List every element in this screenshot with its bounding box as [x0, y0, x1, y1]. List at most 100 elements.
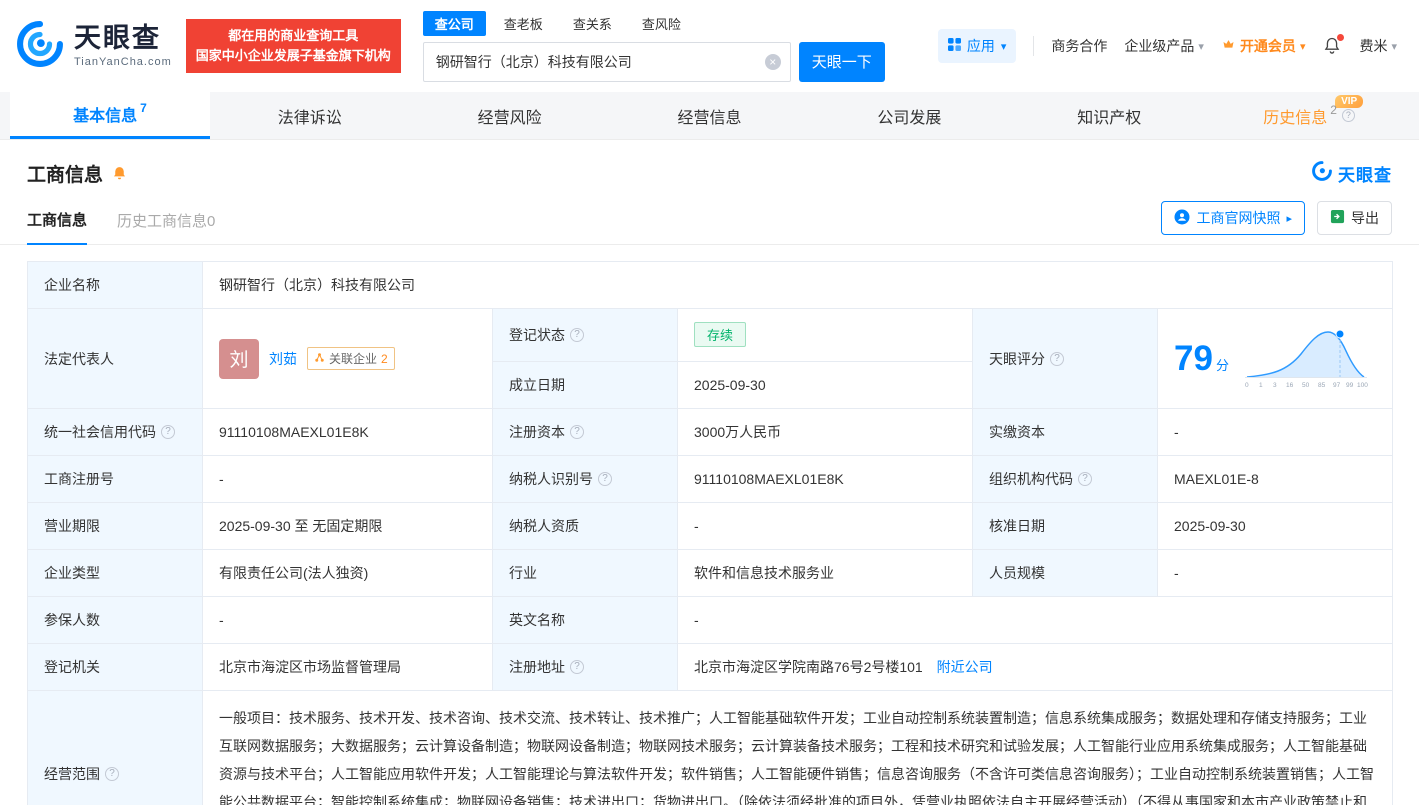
- tab-operating-risk[interactable]: 经营风险: [410, 92, 610, 139]
- search-button[interactable]: 天眼一下: [799, 42, 885, 82]
- tianyancha-logo[interactable]: 天眼查 TianYanCha.com: [14, 18, 172, 75]
- apps-menu[interactable]: 应用 ▾: [938, 29, 1017, 63]
- company-tabs: 基本信息 7 法律诉讼 经营风险 经营信息 公司发展 知识产权 VIP 历史信息…: [0, 92, 1419, 140]
- table-row: 企业名称 钢研智行（北京）科技有限公司: [28, 262, 1393, 309]
- tab-development-label: 公司发展: [877, 104, 941, 128]
- vip-label: 开通会员: [1240, 36, 1296, 56]
- help-icon[interactable]: ?: [1050, 352, 1064, 366]
- nearby-companies-link[interactable]: 附近公司: [937, 659, 993, 675]
- help-icon[interactable]: ?: [570, 328, 584, 342]
- search-area: 查公司 查老板 查关系 查风险 × 天眼一下: [423, 11, 885, 82]
- logo-title: 天眼查: [74, 24, 172, 54]
- table-row: 经营范围? 一般项目：技术服务、技术开发、技术咨询、技术交流、技术转让、技术推广…: [28, 691, 1393, 805]
- tab-legal-label: 法律诉讼: [278, 104, 342, 128]
- business-scope-value: 一般项目：技术服务、技术开发、技术咨询、技术交流、技术转让、技术推广；人工智能基…: [203, 691, 1393, 805]
- table-row: 营业期限 2025-09-30 至 无固定期限 纳税人资质 - 核准日期 202…: [28, 503, 1393, 550]
- paid-capital-value: -: [1158, 409, 1393, 456]
- company-type-value: 有限责任公司(法人独资): [203, 550, 493, 597]
- taxpayer-quality-value: -: [678, 503, 973, 550]
- tab-legal[interactable]: 法律诉讼: [210, 92, 410, 139]
- vip-badge: VIP: [1335, 95, 1363, 108]
- score-distribution-chart: 0 1 3 16 50 85 97 99 100: [1243, 322, 1369, 395]
- reg-capital-label: 注册资本?: [493, 409, 678, 456]
- tianyancha-eye-icon: [14, 18, 66, 75]
- related-companies-tag[interactable]: 关联企业 2: [307, 347, 395, 370]
- score-value[interactable]: 79分 0 1 3 16 50 85: [1158, 309, 1393, 409]
- search-tab-company[interactable]: 查公司: [423, 11, 486, 36]
- monitor-bell-icon[interactable]: [111, 165, 128, 182]
- insured-count-value: -: [203, 597, 493, 644]
- crown-icon: [1221, 37, 1236, 55]
- export-button[interactable]: 导出: [1317, 201, 1392, 235]
- chevron-down-icon: ▾: [1391, 40, 1397, 53]
- reg-authority-value: 北京市海淀区市场监督管理局: [203, 644, 493, 691]
- credit-code-label: 统一社会信用代码?: [28, 409, 203, 456]
- enterprise-products-label: 企业级产品: [1124, 36, 1194, 56]
- promo-banner: 都在用的商业查询工具 国家中小企业发展子基金旗下机构: [186, 19, 401, 73]
- sub-tab-business-info[interactable]: 工商信息: [27, 209, 87, 245]
- help-icon[interactable]: ?: [161, 425, 175, 439]
- help-icon[interactable]: ?: [105, 767, 119, 781]
- search-tabs: 查公司 查老板 查关系 查风险: [423, 11, 885, 36]
- search-input[interactable]: [423, 42, 791, 82]
- org-code-value: MAEXL01E-8: [1158, 456, 1393, 503]
- legal-rep-avatar[interactable]: 刘: [219, 339, 259, 379]
- sub-tab-history-label: 历史工商信息: [117, 213, 207, 230]
- help-icon[interactable]: ?: [570, 425, 584, 439]
- tab-intellectual-property[interactable]: 知识产权: [1009, 92, 1209, 139]
- taxpayer-quality-label: 纳税人资质: [493, 503, 678, 550]
- business-info-table: 企业名称 钢研智行（北京）科技有限公司 法定代表人 刘 刘茹 关联企业 2: [27, 261, 1393, 805]
- promo-line2: 国家中小企业发展子基金旗下机构: [196, 46, 391, 66]
- sub-tab-history-business-info[interactable]: 历史工商信息0: [117, 210, 215, 244]
- notification-bell-icon[interactable]: [1322, 36, 1342, 56]
- official-snapshot-button[interactable]: 工商官网快照 ▸: [1161, 201, 1305, 235]
- svg-text:16: 16: [1286, 382, 1294, 389]
- sub-tab-history-count: 0: [207, 213, 215, 230]
- svg-text:50: 50: [1302, 382, 1310, 389]
- table-row: 统一社会信用代码? 91110108MAEXL01E8K 注册资本? 3000万…: [28, 409, 1393, 456]
- logo-subtitle: TianYanCha.com: [74, 56, 172, 68]
- search-tab-boss[interactable]: 查老板: [492, 11, 555, 36]
- search-tab-risk[interactable]: 查风险: [630, 11, 693, 36]
- help-icon[interactable]: ?: [598, 472, 612, 486]
- svg-text:97: 97: [1333, 382, 1341, 389]
- chevron-down-icon: ▾: [1300, 40, 1306, 53]
- svg-text:99: 99: [1346, 382, 1354, 389]
- help-icon[interactable]: ?: [570, 660, 584, 674]
- clear-icon[interactable]: ×: [765, 54, 781, 70]
- nav-enterprise-products[interactable]: 企业级产品 ▾: [1124, 36, 1204, 56]
- user-menu[interactable]: 费米 ▾: [1359, 36, 1397, 56]
- company-name-label: 企业名称: [28, 262, 203, 309]
- section-watermark-logo: 天眼查: [1311, 160, 1392, 187]
- credit-code-value: 91110108MAEXL01E8K: [203, 409, 493, 456]
- nav-vip-upgrade[interactable]: 开通会员 ▾: [1221, 36, 1306, 56]
- staff-size-label: 人员规模: [973, 550, 1158, 597]
- reg-capital-value: 3000万人民币: [678, 409, 973, 456]
- status-badge: 存续: [694, 322, 746, 347]
- tab-basic-label: 基本信息: [73, 102, 137, 126]
- snapshot-label: 工商官网快照: [1196, 208, 1280, 228]
- search-tab-relation[interactable]: 查关系: [561, 11, 624, 36]
- sub-tabs-row: 工商信息 历史工商信息0 工商官网快照 ▸ 导出: [0, 197, 1419, 245]
- company-name-value: 钢研智行（北京）科技有限公司: [203, 262, 1393, 309]
- taxpayer-id-value: 91110108MAEXL01E8K: [678, 456, 973, 503]
- reg-address-value: 北京市海淀区学院南路76号2号楼101 附近公司: [678, 644, 1393, 691]
- tab-company-development[interactable]: 公司发展: [809, 92, 1009, 139]
- tab-basic-count: 7: [140, 101, 147, 115]
- score-unit: 分: [1216, 358, 1229, 373]
- business-term-label: 营业期限: [28, 503, 203, 550]
- tab-history-info[interactable]: VIP 历史信息 2 ?: [1209, 92, 1409, 139]
- tab-history-label: 历史信息: [1263, 104, 1327, 128]
- help-icon[interactable]: ?: [1078, 472, 1092, 486]
- help-icon[interactable]: ?: [1342, 109, 1355, 122]
- reg-address-label: 注册地址?: [493, 644, 678, 691]
- legal-rep-name-link[interactable]: 刘茹: [269, 349, 297, 369]
- nav-business-coop[interactable]: 商务合作: [1051, 36, 1107, 56]
- reg-authority-label: 登记机关: [28, 644, 203, 691]
- score-number: 79: [1174, 339, 1213, 378]
- svg-text:85: 85: [1318, 382, 1326, 389]
- chevron-down-icon: ▾: [1198, 40, 1204, 53]
- tab-basic-info[interactable]: 基本信息 7: [10, 92, 210, 139]
- tab-operating-info[interactable]: 经营信息: [610, 92, 810, 139]
- section-header: 工商信息 天眼查: [0, 140, 1419, 197]
